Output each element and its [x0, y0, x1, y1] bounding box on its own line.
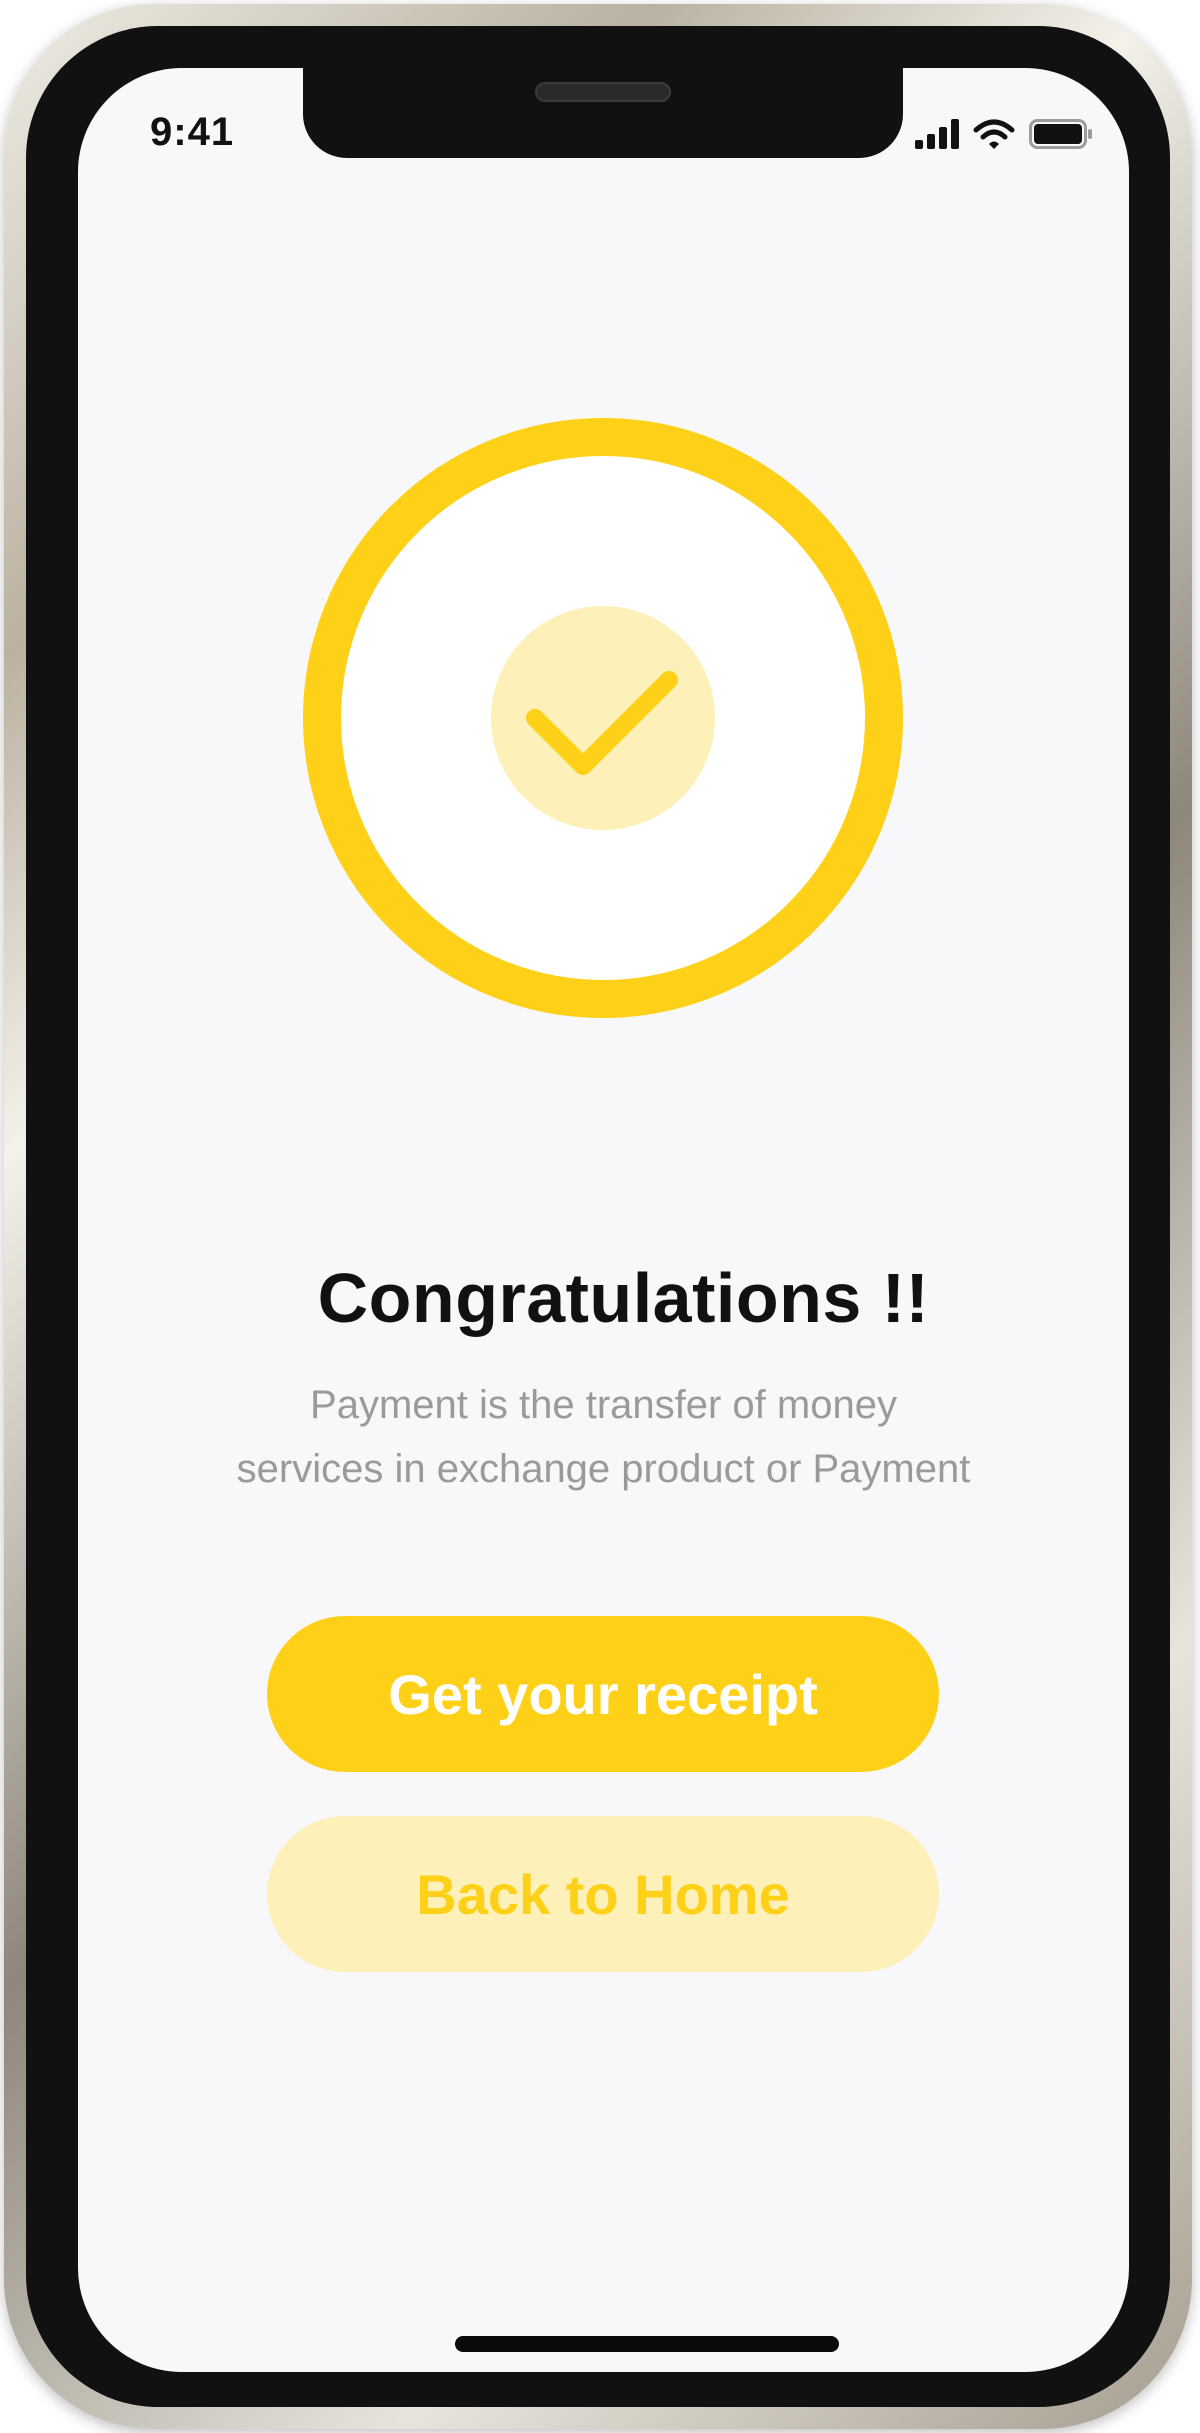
status-icons — [915, 118, 1093, 155]
battery-icon — [1029, 119, 1093, 154]
back-to-home-button[interactable]: Back to Home — [267, 1816, 939, 1972]
wifi-icon — [973, 118, 1015, 155]
get-receipt-label: Get your receipt — [388, 1662, 818, 1726]
get-receipt-button[interactable]: Get your receipt — [267, 1616, 939, 1772]
speaker-grille — [535, 82, 671, 102]
home-indicator[interactable] — [455, 2336, 839, 2352]
back-to-home-label: Back to Home — [416, 1862, 790, 1926]
description-line-2: services in exchange product or Payment — [236, 1447, 971, 1491]
status-time: 9:41 — [150, 110, 235, 154]
notch — [303, 68, 903, 158]
description-line-1: Payment is the transfer of money — [310, 1383, 897, 1427]
success-title: Congratulations !! — [317, 1259, 930, 1337]
cellular-signal-icon — [915, 119, 959, 154]
check-badge — [491, 606, 715, 830]
checkmark-icon — [526, 671, 678, 775]
success-description: Payment is the transfer of money service… — [78, 1373, 1129, 1501]
app-screen: 9:41 Congratulations !! Payment is the t… — [78, 68, 1129, 2372]
